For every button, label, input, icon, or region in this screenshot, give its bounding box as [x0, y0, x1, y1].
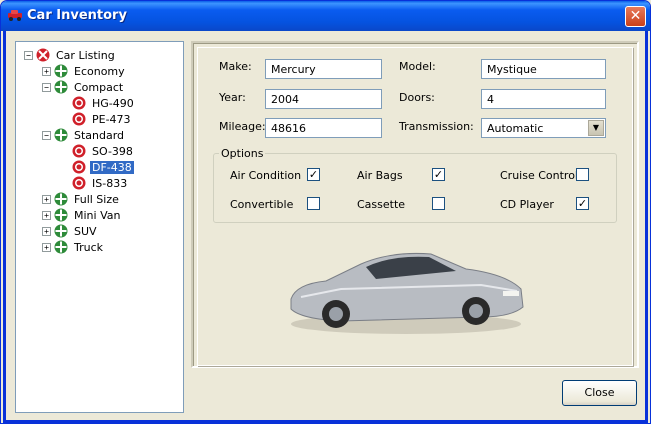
year-field[interactable]: 2004	[265, 89, 382, 109]
window-close-button[interactable]: ✕	[625, 6, 646, 27]
option-label: CD Player	[500, 198, 554, 211]
dropdown-arrow-icon[interactable]: ▼	[588, 120, 604, 136]
model-label: Model:	[399, 60, 436, 73]
car-icon	[72, 144, 86, 158]
category-icon	[54, 80, 68, 94]
tree-node-label: HG-490	[92, 96, 134, 110]
option-checkbox[interactable]	[432, 197, 445, 210]
window-title: Car Inventory	[27, 8, 127, 23]
tree-node-label: Compact	[74, 80, 124, 94]
car-image	[290, 252, 524, 334]
tree-category[interactable]: + SUV	[42, 223, 99, 239]
tree-car[interactable]: IS-833	[60, 175, 129, 191]
collapse-icon[interactable]: −	[24, 50, 33, 60]
make-field[interactable]: Mercury	[265, 59, 382, 79]
option-checkbox[interactable]	[307, 197, 320, 210]
option-checkbox[interactable]	[576, 168, 589, 181]
option-label: Air Condition	[230, 169, 302, 182]
collapse-icon[interactable]: −	[42, 82, 51, 92]
root-node-icon	[36, 48, 50, 62]
tree-category[interactable]: + Economy	[42, 63, 127, 79]
doors-field[interactable]: 4	[481, 89, 606, 109]
option-checkbox[interactable]: ✓	[576, 197, 589, 210]
tree-category[interactable]: − Compact	[42, 79, 125, 95]
car-listing-tree[interactable]: − Car Listing + Economy − Compact HG-490 PE-473…	[15, 41, 184, 413]
year-label: Year:	[219, 91, 246, 104]
option-label: Convertible	[230, 198, 294, 211]
category-icon	[54, 224, 68, 238]
category-icon	[54, 64, 68, 78]
tree-node-label: SO-398	[92, 144, 133, 158]
tree-node-label: Mini Van	[74, 208, 121, 222]
tree-category[interactable]: − Standard	[42, 127, 126, 143]
expand-icon[interactable]: +	[42, 66, 51, 76]
model-field[interactable]: Mystique	[481, 59, 606, 79]
options-legend: Options	[219, 147, 266, 160]
tree-node-label: IS-833	[92, 176, 128, 190]
close-button[interactable]: Close	[562, 380, 637, 406]
category-icon	[54, 128, 68, 142]
make-label: Make:	[219, 60, 252, 73]
tree-root-car-listing[interactable]: − Car Listing	[24, 47, 117, 63]
tree-category[interactable]: + Full Size	[42, 191, 121, 207]
category-icon	[54, 208, 68, 222]
car-icon	[72, 96, 86, 110]
options-group	[213, 153, 617, 223]
option-label: Air Bags	[357, 169, 403, 182]
tree-car[interactable]: PE-473	[60, 111, 133, 127]
option-checkbox[interactable]: ✓	[307, 168, 320, 181]
expand-icon[interactable]: +	[42, 242, 51, 252]
tree-node-label: DF-438	[89, 159, 135, 175]
tree-node-label: Car Listing	[56, 48, 115, 62]
tree-node-label: Truck	[74, 240, 104, 254]
tree-node-label: PE-473	[92, 112, 131, 126]
tree-car[interactable]: DF-438	[60, 159, 135, 175]
expand-icon[interactable]: +	[42, 210, 51, 220]
tree-node-label: Economy	[74, 64, 125, 78]
car-icon	[72, 176, 86, 190]
mileage-field[interactable]: 48616	[265, 118, 382, 138]
tree-node-label: Full Size	[74, 192, 119, 206]
tree-car[interactable]: SO-398	[60, 143, 135, 159]
transmission-value: Automatic	[487, 122, 544, 135]
tree-node-label: Standard	[74, 128, 125, 142]
category-icon	[54, 240, 68, 254]
expand-icon[interactable]: +	[42, 194, 51, 204]
car-app-icon	[8, 10, 22, 21]
car-icon	[72, 112, 86, 126]
expand-icon[interactable]: +	[42, 226, 51, 236]
transmission-select[interactable]: Automatic ▼	[481, 118, 606, 138]
car-inventory-window: Car Inventory ✕ − Car Listing + Economy − Com…	[0, 0, 651, 424]
option-checkbox[interactable]: ✓	[432, 168, 445, 181]
tree-category[interactable]: + Mini Van	[42, 207, 122, 223]
tree-node-label: SUV	[74, 224, 97, 238]
car-icon	[72, 160, 86, 174]
option-label: Cruise Control	[500, 169, 578, 182]
tree-car[interactable]: HG-490	[60, 95, 136, 111]
collapse-icon[interactable]: −	[42, 130, 51, 140]
option-label: Cassette	[357, 198, 406, 211]
transmission-label: Transmission:	[399, 120, 474, 133]
category-icon	[54, 192, 68, 206]
title-bar[interactable]: Car Inventory ✕	[1, 1, 650, 31]
tree-category[interactable]: + Truck	[42, 239, 105, 255]
doors-label: Doors:	[399, 91, 435, 104]
mileage-label: Mileage:	[219, 120, 266, 133]
